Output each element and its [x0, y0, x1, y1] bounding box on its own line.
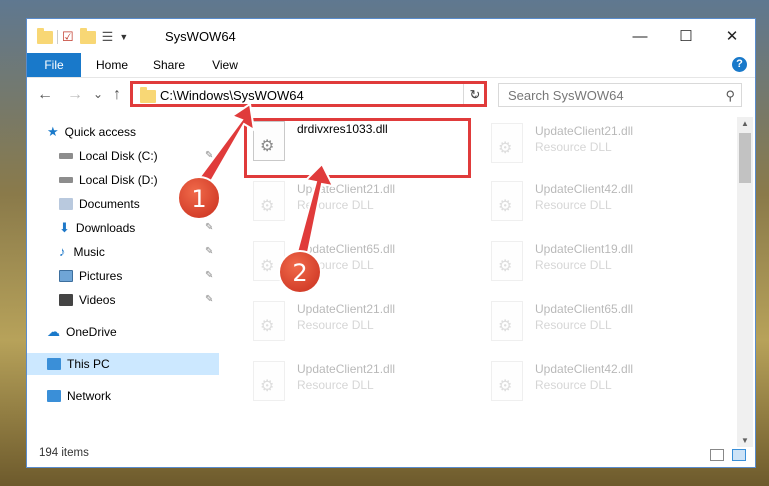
annotation-arrows — [194, 102, 335, 264]
callout-one-badge: 1 — [177, 176, 221, 220]
arrow-two-icon — [294, 162, 335, 264]
callout-two-badge: 2 — [278, 250, 322, 294]
